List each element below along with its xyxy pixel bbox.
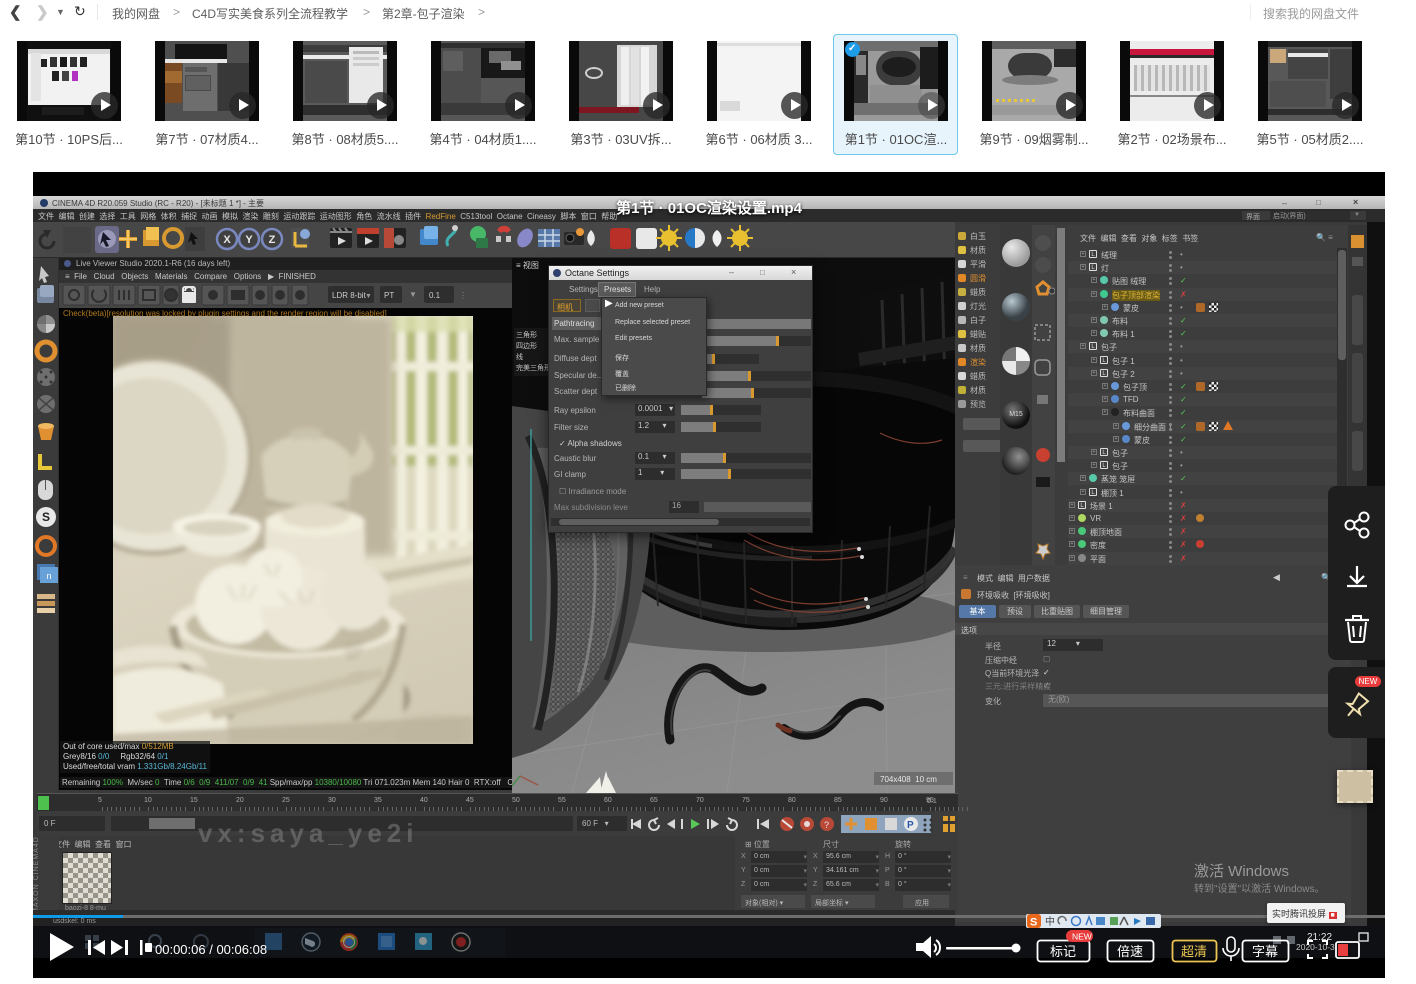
svg-text:⋮: ⋮ <box>459 291 467 300</box>
svg-text:00:00:06 / 00:06:08: 00:00:06 / 00:06:08 <box>155 942 267 957</box>
svg-text:Y: Y <box>245 234 253 246</box>
svg-text:?: ? <box>824 820 829 830</box>
svg-text:NEW: NEW <box>1072 932 1092 942</box>
svg-text:S: S <box>1030 917 1037 929</box>
svg-text:LDR 8-bit: LDR 8-bit <box>332 291 367 300</box>
svg-text:S: S <box>42 510 50 524</box>
svg-text:▼: ▼ <box>409 290 417 299</box>
svg-text:PT: PT <box>384 291 394 300</box>
svg-text:2020-10-3: 2020-10-3 <box>1296 942 1335 952</box>
svg-text:超清: 超清 <box>1181 944 1207 959</box>
svg-text:倍速: 倍速 <box>1117 944 1143 959</box>
svg-text:字幕: 字幕 <box>1252 944 1278 959</box>
svg-text:0.1: 0.1 <box>429 291 441 300</box>
svg-text:X: X <box>223 234 231 246</box>
svg-text:P: P <box>907 820 914 831</box>
svg-text:Z: Z <box>269 234 276 246</box>
svg-text:n: n <box>46 571 51 581</box>
svg-text:标记: 标记 <box>1050 944 1076 959</box>
svg-text:中: 中 <box>1045 915 1055 928</box>
svg-text:▼: ▼ <box>365 293 372 300</box>
svg-text:704x408 10 cm: 704x408 10 cm <box>880 775 937 784</box>
